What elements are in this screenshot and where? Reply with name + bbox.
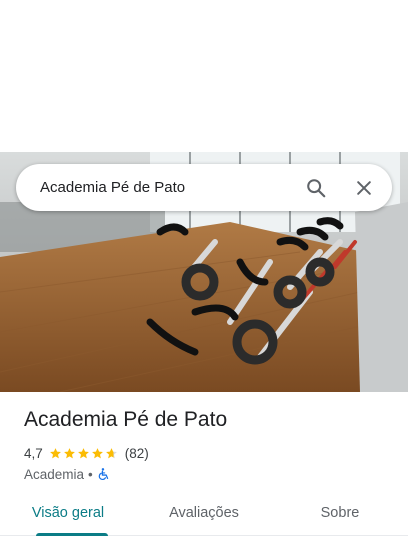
separator-dot: • (88, 466, 93, 482)
star-icon (63, 447, 75, 458)
tab-bar: Visão geral Avaliações Sobre (0, 494, 408, 536)
active-tab-indicator (36, 533, 108, 536)
place-category: Academia (24, 466, 85, 482)
star-icon (91, 447, 103, 458)
wheelchair-icon (98, 468, 108, 480)
search-input[interactable]: Academia Pé de Pato (40, 179, 296, 196)
place-title: Academia Pé de Pato (24, 408, 228, 431)
search-icon (307, 178, 326, 197)
search-bar[interactable]: Academia Pé de Pato (16, 164, 392, 211)
rating-row[interactable]: 4,7 (82) (24, 444, 149, 462)
star-icon (77, 447, 89, 458)
star-icon (105, 447, 117, 458)
star-rating (49, 447, 119, 460)
review-count[interactable]: (82) (125, 446, 149, 461)
close-icon (357, 180, 371, 195)
rating-value: 4,7 (24, 445, 43, 461)
tab-overview[interactable]: Visão geral (0, 494, 136, 535)
star-icon (49, 447, 61, 458)
search-button[interactable] (296, 168, 336, 208)
close-button[interactable] (344, 168, 384, 208)
category-row: Academia • (24, 465, 110, 483)
tab-reviews[interactable]: Avaliações (136, 494, 272, 535)
tab-about[interactable]: Sobre (272, 494, 408, 535)
